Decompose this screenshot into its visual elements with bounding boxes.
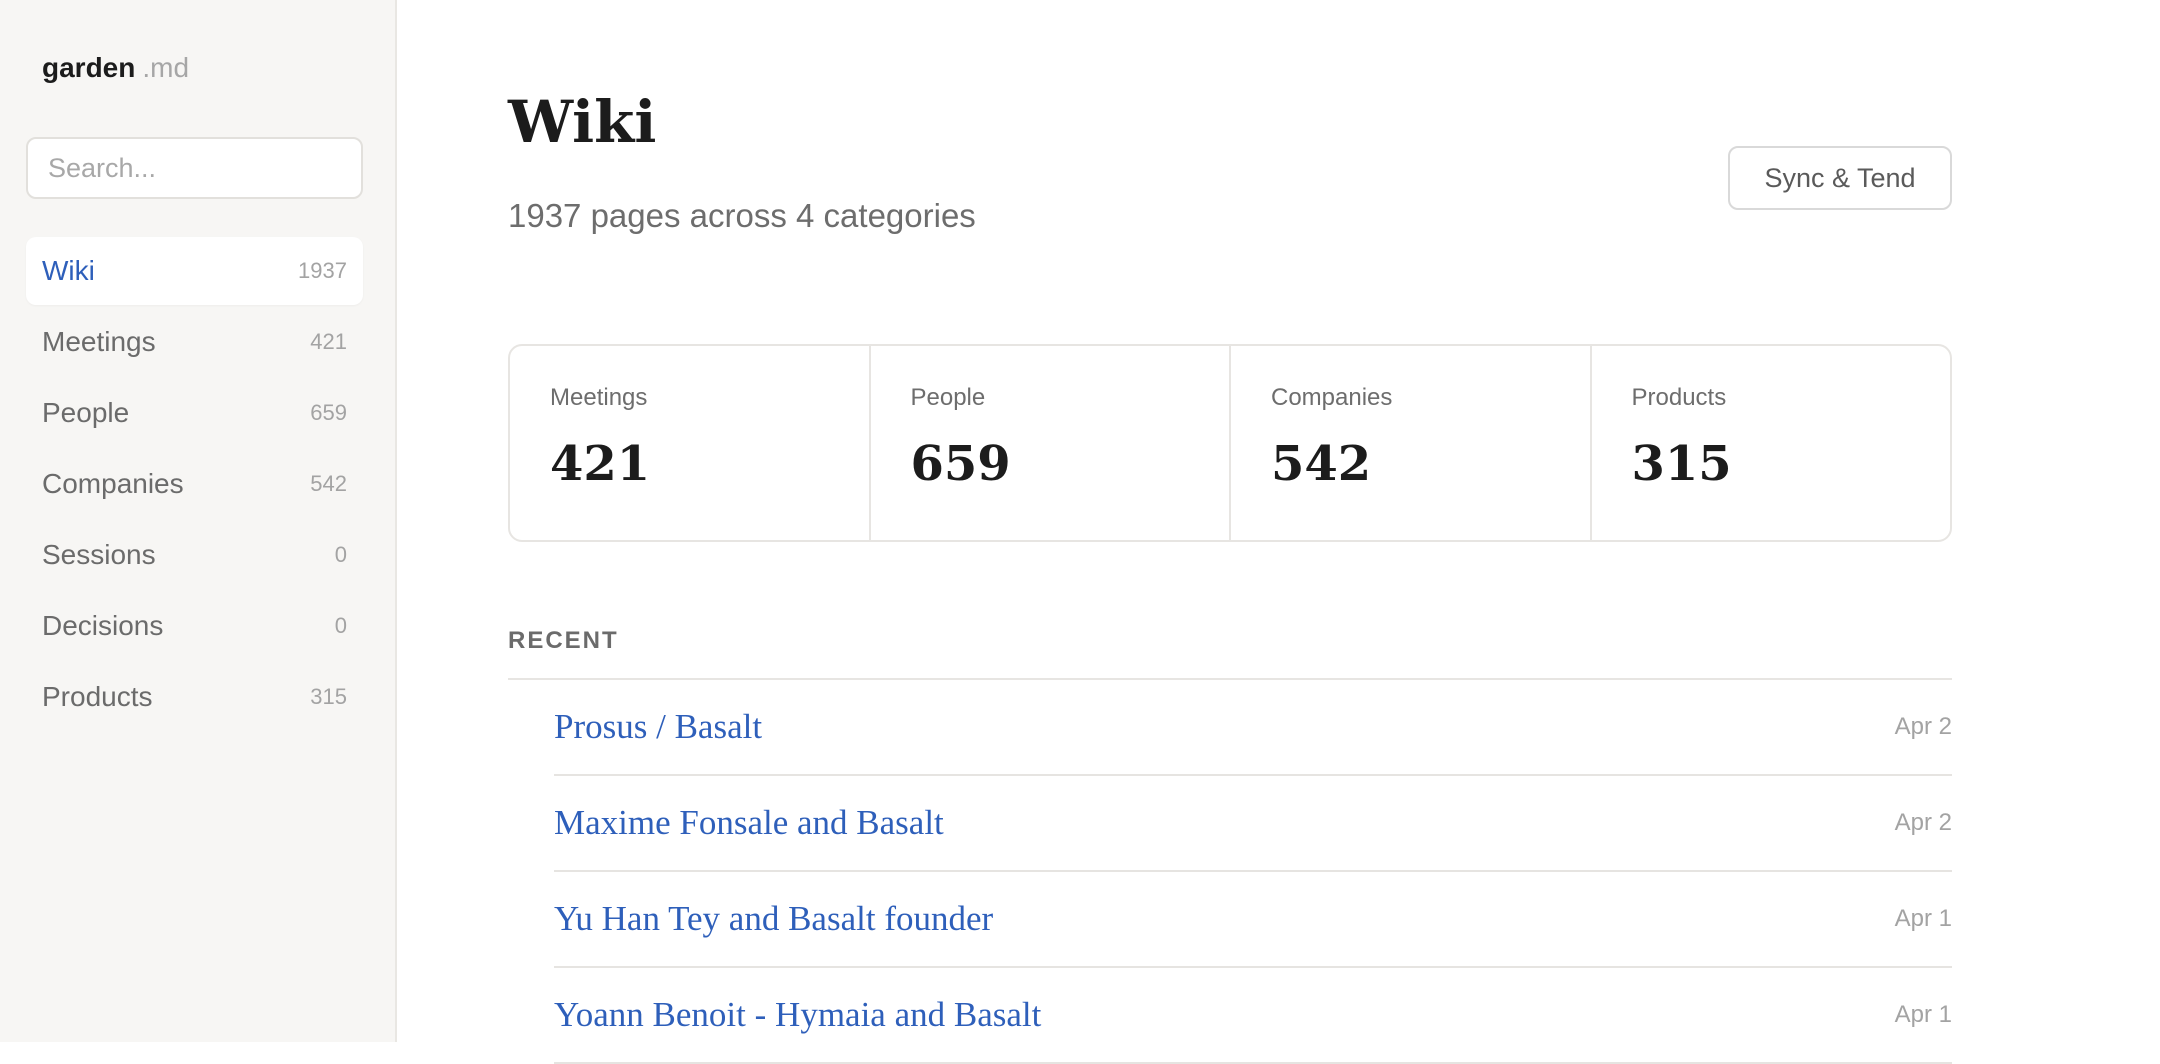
sidebar-item-companies[interactable]: Companies 542: [26, 450, 363, 518]
recent-heading: RECENT: [508, 627, 619, 654]
recent-page-date: Apr 1: [1894, 905, 1952, 932]
sidebar-item-wiki[interactable]: Wiki 1937: [26, 237, 363, 305]
sidebar-item-label: Companies: [42, 468, 184, 499]
sync-and-tend-button[interactable]: Sync & Tend: [1728, 146, 1952, 210]
stat-label: Meetings: [550, 384, 648, 411]
app-name-suffix: .md: [142, 52, 190, 83]
app-logo[interactable]: garden .md: [42, 48, 189, 88]
list-item: Yu Han Tey and Basalt founder Apr 1: [554, 872, 1952, 968]
sidebar-item-count: 0: [334, 542, 347, 567]
stat-card-people[interactable]: People 659: [871, 346, 1231, 540]
stat-label: Companies: [1271, 384, 1393, 411]
list-item: Maxime Fonsale and Basalt Apr 2: [554, 776, 1952, 872]
sidebar: garden.md Wiki 1937 Meetings 421 People …: [0, 0, 397, 1042]
sidebar-item-meetings[interactable]: Meetings 421: [26, 308, 363, 376]
sidebar-item-label: People: [42, 397, 130, 428]
stat-card-meetings[interactable]: Meetings 421: [510, 346, 871, 540]
sidebar-item-products[interactable]: Products 315: [26, 663, 363, 731]
sidebar-item-label: Meetings: [42, 326, 156, 357]
recent-page-date: Apr 2: [1894, 809, 1952, 836]
recent-list: Prosus / Basalt Apr 2 Maxime Fonsale and…: [554, 680, 1952, 1064]
stats-panel: Meetings 421 People 659 Companies 542 Pr…: [508, 344, 1952, 542]
sidebar-item-people[interactable]: People 659: [26, 379, 363, 447]
stat-value: 659: [910, 436, 1011, 492]
sidebar-item-sessions[interactable]: Sessions 0: [26, 521, 363, 589]
sidebar-item-count: 542: [310, 471, 347, 496]
stat-card-products[interactable]: Products 315: [1592, 346, 1951, 540]
recent-page-date: Apr 2: [1894, 713, 1952, 740]
sidebar-item-label: Sessions: [42, 539, 156, 570]
sidebar-item-count: 0: [334, 613, 347, 638]
sidebar-item-count: 315: [310, 684, 347, 709]
recent-page-date: Apr 1: [1894, 1001, 1952, 1028]
list-item: Yoann Benoit - Hymaia and Basalt Apr 1: [554, 968, 1952, 1064]
sidebar-nav: Wiki 1937 Meetings 421 People 659 Compan…: [26, 237, 363, 734]
sidebar-item-count: 421: [310, 329, 347, 354]
sidebar-item-count: 659: [310, 400, 347, 425]
stat-label: People: [910, 384, 986, 411]
sidebar-item-decisions[interactable]: Decisions 0: [26, 592, 363, 660]
stat-label: Products: [1631, 384, 1727, 411]
recent-page-link[interactable]: Yu Han Tey and Basalt founder: [554, 899, 993, 939]
recent-page-link[interactable]: Maxime Fonsale and Basalt: [554, 803, 944, 843]
page-subtitle: 1937 pages across 4 categories: [508, 197, 976, 234]
main-content: Wiki 1937 pages across 4 categories Sync…: [508, 0, 1952, 1064]
sidebar-item-label: Products: [42, 681, 153, 712]
sidebar-item-count: 1937: [298, 258, 347, 283]
page-title: Wiki: [508, 88, 657, 156]
recent-page-link[interactable]: Yoann Benoit - Hymaia and Basalt: [554, 995, 1041, 1035]
stat-value: 542: [1271, 436, 1372, 492]
sidebar-item-label: Wiki: [42, 255, 95, 286]
stat-value: 315: [1631, 436, 1732, 492]
stat-card-companies[interactable]: Companies 542: [1231, 346, 1592, 540]
stat-value: 421: [550, 436, 651, 492]
sidebar-item-label: Decisions: [42, 610, 164, 641]
search-input[interactable]: [26, 137, 363, 199]
app-name: garden: [42, 52, 136, 83]
list-item: Prosus / Basalt Apr 2: [554, 680, 1952, 776]
recent-page-link[interactable]: Prosus / Basalt: [554, 707, 762, 747]
